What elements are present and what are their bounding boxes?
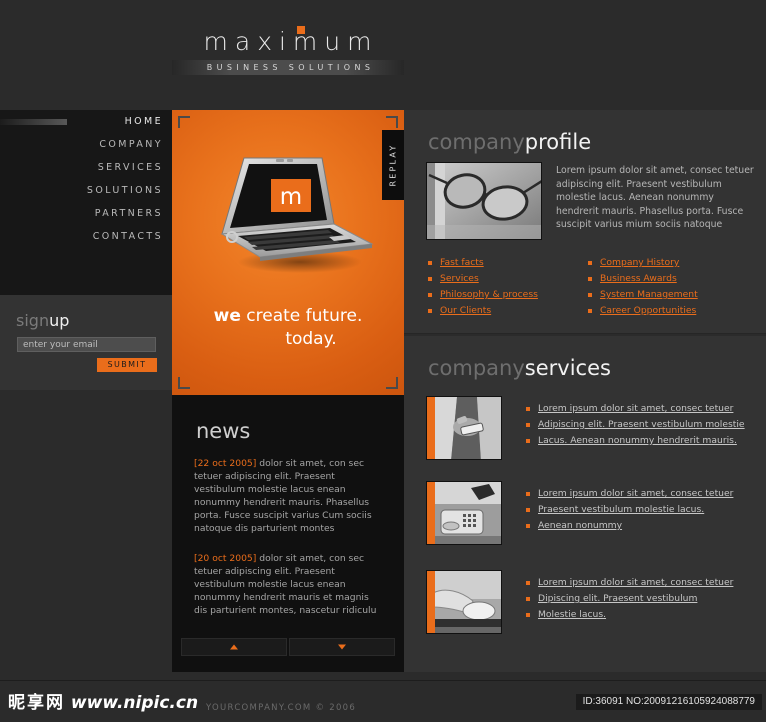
news-next-button[interactable] (289, 638, 395, 656)
signup-panel: signup SUBMIT (0, 295, 172, 390)
news-item: [22 oct 2005] dolor sit amet, con sec te… (194, 457, 384, 535)
profile-heading-b: profile (524, 130, 592, 154)
nav-item-company[interactable]: COMPANY (0, 133, 172, 156)
logo-tagline: BUSINESS SOLUTIONS (172, 60, 404, 75)
logo-text: maximum (203, 27, 379, 56)
profile-link-services[interactable]: Services (428, 271, 588, 287)
profile-heading-a: company (428, 130, 525, 154)
triangle-down-icon (338, 644, 346, 650)
profile-image (426, 162, 542, 240)
services-heading-b: services (524, 356, 611, 380)
service-link[interactable]: Dipiscing elit. Praesent vestibulum (526, 591, 733, 607)
profile-links: Fast facts Services Philosophy & process… (428, 255, 748, 319)
nav-item-contacts[interactable]: CONTACTS (0, 225, 172, 248)
hero-banner: REPLAY m we create future. today. (172, 110, 404, 395)
crop-mark-top-right-icon (386, 116, 398, 128)
hero-tagline: we create future. today. (172, 305, 404, 351)
services-heading: companyservices (428, 356, 611, 380)
profile-link-system-management[interactable]: System Management (588, 287, 748, 303)
nav-item-home[interactable]: HOME (0, 110, 172, 133)
service-image-pda (426, 396, 502, 460)
main-navigation: HOME COMPANY SERVICES SOLUTIONS PARTNERS… (0, 110, 172, 295)
crop-mark-top-left-icon (178, 116, 190, 128)
replay-label: REPLAY (388, 143, 398, 187)
nav-item-label: SERVICES (97, 162, 163, 173)
service-link[interactable]: Adipiscing elit. Praesent vestibulum mol… (526, 417, 745, 433)
center-column: REPLAY m we create future. today. news [… (172, 110, 404, 672)
service-links: Lorem ipsum dolor sit amet, consec tetue… (526, 486, 733, 534)
profile-links-right: Company History Business Awards System M… (588, 255, 748, 319)
news-text: dolor sit amet, con sec tetuer adipiscin… (194, 458, 372, 534)
nav-item-label: CONTACTS (92, 231, 163, 242)
signup-heading-b: up (49, 311, 70, 330)
site-logo[interactable]: maximum BUSINESS SOLUTIONS (172, 26, 404, 75)
profile-heading: companyprofile (428, 130, 591, 154)
crop-mark-bottom-left-icon (178, 377, 190, 389)
news-pager (181, 638, 395, 656)
profile-link-philosophy[interactable]: Philosophy & process (428, 287, 588, 303)
hero-tagline-bold: we (213, 306, 241, 326)
nav-item-label: HOME (124, 116, 163, 127)
profile-body-text: Lorem ipsum dolor sit amet, consec tetue… (556, 165, 754, 231)
accent-bar (427, 397, 435, 459)
nipic-watermark: 昵享网 www.nipic.cn (8, 688, 198, 713)
nav-item-label: SOLUTIONS (86, 185, 163, 196)
laptop-illustration: m (220, 157, 374, 273)
hero-tagline-rest: create future. (246, 306, 363, 326)
profile-link-company-history[interactable]: Company History (588, 255, 748, 271)
submit-button[interactable]: SUBMIT (97, 358, 157, 372)
service-link[interactable]: Lorem ipsum dolor sit amet, consec tetue… (526, 575, 733, 591)
news-heading: news (196, 419, 251, 443)
nav-item-label: PARTNERS (94, 208, 163, 219)
crop-mark-bottom-right-icon (386, 377, 398, 389)
accent-bar (427, 482, 435, 544)
service-links: Lorem ipsum dolor sit amet, consec tetue… (526, 401, 745, 449)
news-prev-button[interactable] (181, 638, 287, 656)
profile-link-business-awards[interactable]: Business Awards (588, 271, 748, 287)
service-link[interactable]: Lorem ipsum dolor sit amet, consec tetue… (526, 401, 745, 417)
signup-heading-a: sign (16, 311, 50, 330)
service-block: Lorem ipsum dolor sit amet, consec tetue… (426, 481, 756, 551)
watermark-cjk: 昵享网 (8, 693, 65, 713)
nav-item-solutions[interactable]: SOLUTIONS (0, 179, 172, 202)
profile-link-our-clients[interactable]: Our Clients (428, 303, 588, 319)
nav-item-label: COMPANY (99, 139, 163, 150)
news-item: [20 oct 2005] dolor sit amet, con sec te… (194, 552, 384, 617)
service-link[interactable]: Praesent vestibulum molestie lacus. (526, 502, 733, 518)
page-root: maximum BUSINESS SOLUTIONS HOME COMPANY … (0, 0, 766, 722)
news-panel: news [22 oct 2005] dolor sit amet, con s… (172, 395, 404, 672)
news-date: [20 oct 2005] (194, 553, 257, 564)
hero-tagline-line2: today. (285, 329, 337, 349)
nav-item-partners[interactable]: PARTNERS (0, 202, 172, 225)
service-links: Lorem ipsum dolor sit amet, consec tetue… (526, 575, 733, 623)
site-header: maximum BUSINESS SOLUTIONS (0, 0, 766, 96)
triangle-up-icon (230, 644, 238, 650)
service-link[interactable]: Molestie lacus. (526, 607, 733, 623)
id-badge: ID:36091 NO:20091216105924088779 (575, 694, 762, 710)
service-link[interactable]: Lacus. Aenean nonummy hendrerit mauris. (526, 433, 745, 449)
profile-link-fast-facts[interactable]: Fast facts (428, 255, 588, 271)
profile-links-left: Fast facts Services Philosophy & process… (428, 255, 588, 319)
accent-bar (427, 571, 435, 633)
service-image-mouse (426, 570, 502, 634)
service-block: Lorem ipsum dolor sit amet, consec tetue… (426, 570, 756, 640)
replay-button[interactable]: REPLAY (382, 130, 404, 200)
copyright-text: YOURCOMPANY.COM © 2006 (206, 703, 357, 713)
svg-text:m: m (280, 184, 302, 210)
service-link[interactable]: Aenean nonummy (526, 518, 733, 534)
nav-item-services[interactable]: SERVICES (0, 156, 172, 179)
service-block: Lorem ipsum dolor sit amet, consec tetue… (426, 396, 756, 466)
watermark-url: www.nipic.cn (70, 693, 199, 713)
service-link[interactable]: Lorem ipsum dolor sit amet, consec tetue… (526, 486, 733, 502)
profile-link-career-opportunities[interactable]: Career Opportunities (588, 303, 748, 319)
services-heading-a: company (428, 356, 525, 380)
email-input[interactable] (17, 337, 156, 352)
service-image-telephone (426, 481, 502, 545)
logo-wordmark: maximum (198, 26, 379, 56)
signup-heading: signup (16, 311, 69, 330)
square-dot-icon (296, 26, 305, 34)
news-date: [22 oct 2005] (194, 458, 257, 469)
